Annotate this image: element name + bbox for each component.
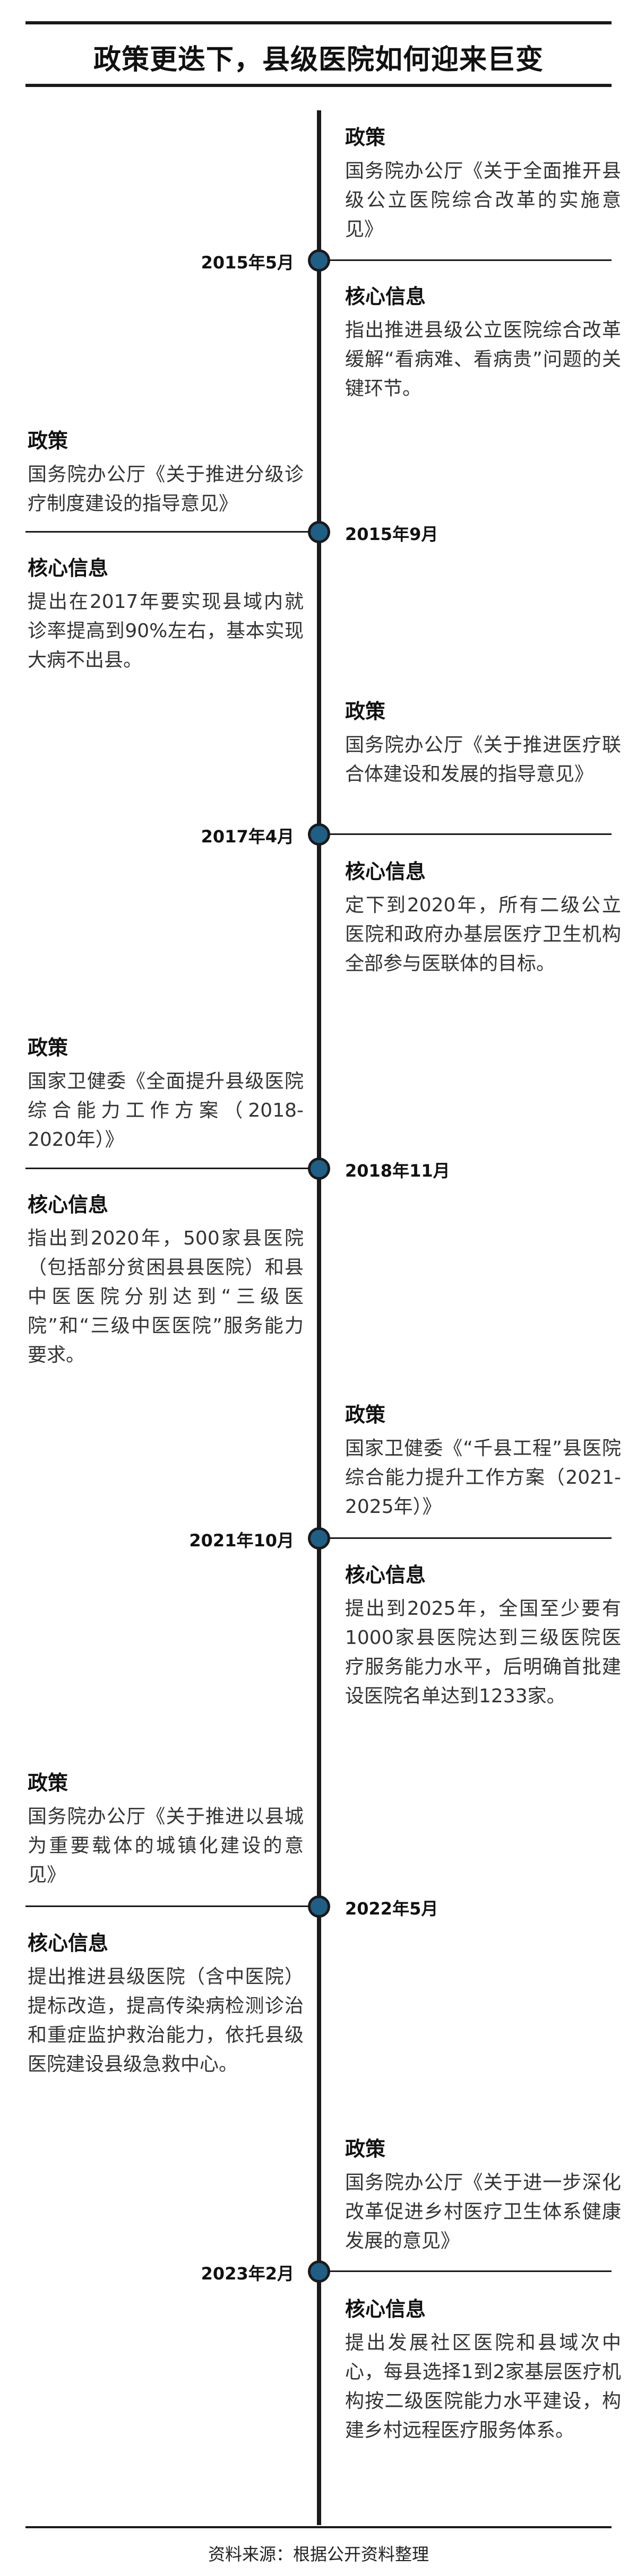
- policy-label: 政策: [28, 1036, 68, 1059]
- timeline-date: 2022年5月: [345, 1899, 438, 1919]
- policy-text: 国家卫健委《全面提升县级医院综合能力工作方案（2018-2020年）》: [28, 1071, 304, 1151]
- page-title: 政策更迭下，县级医院如何迎来巨变: [93, 44, 544, 76]
- core-text: 提出在2017年要实现县域内就诊率提高到90%左右，基本实现大病不出县。: [28, 591, 304, 671]
- core-text: 指出到2020年，500家县医院（包括部分贫困县县医院）和县中医医院分别达到“三…: [28, 1228, 304, 1366]
- timeline-node: [308, 521, 330, 543]
- policy-label: 政策: [345, 2137, 386, 2161]
- core-text: 指出推进县级公立医院综合改革缓解“看病难、看病贵”问题的关键环节。: [345, 319, 621, 399]
- timeline-connector: [25, 531, 319, 533]
- timeline-connector: [319, 1537, 612, 1539]
- timeline-node: [308, 1895, 330, 1918]
- core-text: 定下到2020年，所有二级公立医院和政府办基层医疗卫生机构全部参与医联体的目标。: [345, 894, 621, 974]
- timeline-node: [308, 249, 330, 272]
- policy-label: 政策: [345, 126, 386, 149]
- footer-rule: [25, 2526, 612, 2528]
- timeline-date: 2018年11月: [345, 1161, 450, 1181]
- core-label: 核心信息: [345, 1563, 426, 1587]
- policy-block: 政策 国家卫健委《全面提升县级医院综合能力工作方案（2018-2020年）》: [28, 1031, 304, 1154]
- core-text: 提出推进县级医院（含中医院）提标改造，提高传染病检测诊治和重症监护救治能力，依托…: [28, 1966, 304, 2075]
- policy-label: 政策: [345, 700, 386, 723]
- core-block: 核心信息 提出在2017年要实现县域内就诊率提高到90%左右，基本实现大病不出县…: [28, 552, 304, 675]
- policy-label: 政策: [345, 1403, 386, 1426]
- title-rule: [25, 84, 612, 87]
- core-text: 提出发展社区医院和县域次中心，每县选择1到2家基层医疗机构按二级医院能力水平建设…: [345, 2332, 621, 2441]
- timeline-date: 2015年9月: [345, 524, 438, 544]
- policy-text: 国务院办公厅《关于推进以县城为重要载体的城镇化建设的意见》: [28, 1806, 304, 1886]
- policy-text: 国务院办公厅《关于推进医疗联合体建设和发展的指导意见》: [345, 734, 621, 785]
- source-note: 资料来源：根据公开资料整理: [208, 2544, 429, 2564]
- policy-text: 国务院办公厅《关于推进分级诊疗制度建设的指导意见》: [28, 464, 304, 515]
- timeline-page: 政策更迭下，县级医院如何迎来巨变 政策 国务院办公厅《关于全面推开县级公立医院综…: [0, 0, 637, 2576]
- policy-block: 政策 国家卫健委《“千县工程”县医院综合能力提升工作方案（2021-2025年）…: [345, 1398, 621, 1521]
- core-block: 核心信息 指出到2020年，500家县医院（包括部分贫困县县医院）和县中医医院分…: [28, 1188, 304, 1370]
- timeline-date: 2017年4月: [201, 826, 294, 847]
- policy-block: 政策 国务院办公厅《关于全面推开县级公立医院综合改革的实施意见》: [345, 121, 621, 244]
- policy-block: 政策 国务院办公厅《关于推进分级诊疗制度建设的指导意见》: [28, 424, 304, 518]
- core-label: 核心信息: [28, 556, 109, 580]
- timeline-date: 2021年10月: [189, 1530, 294, 1551]
- timeline-connector: [319, 833, 612, 835]
- core-text: 提出到2025年，全国至少要有1000家县医院达到三级医院医疗服务能力水平，后明…: [345, 1598, 621, 1707]
- timeline-connector: [25, 1905, 319, 1907]
- core-block: 核心信息 提出到2025年，全国至少要有1000家县医院达到三级医院医疗服务能力…: [345, 1559, 621, 1711]
- core-label: 核心信息: [345, 2297, 426, 2321]
- core-block: 核心信息 提出发展社区医院和县域次中心，每县选择1到2家基层医疗机构按二级医院能…: [345, 2293, 621, 2445]
- timeline-date: 2023年2月: [201, 2264, 294, 2284]
- policy-block: 政策 国务院办公厅《关于推进以县城为重要载体的城镇化建设的意见》: [28, 1766, 304, 1890]
- core-block: 核心信息 提出推进县级医院（含中医院）提标改造，提高传染病检测诊治和重症监护救治…: [28, 1927, 304, 2079]
- core-block: 核心信息 定下到2020年，所有二级公立医院和政府办基层医疗卫生机构全部参与医联…: [345, 855, 621, 978]
- timeline-connector: [319, 259, 612, 261]
- core-label: 核心信息: [28, 1931, 109, 1955]
- policy-text: 国家卫健委《“千县工程”县医院综合能力提升工作方案（2021-2025年）》: [345, 1438, 621, 1518]
- timeline-date: 2015年5月: [201, 253, 294, 273]
- core-label: 核心信息: [28, 1193, 109, 1216]
- timeline-node: [308, 2260, 330, 2283]
- timeline-spine: [317, 110, 321, 2525]
- timeline-connector: [319, 2270, 612, 2272]
- core-label: 核心信息: [345, 860, 426, 883]
- policy-label: 政策: [28, 429, 68, 452]
- core-label: 核心信息: [345, 285, 426, 308]
- policy-text: 国务院办公厅《关于全面推开县级公立医院综合改革的实施意见》: [345, 160, 621, 240]
- timeline-node: [308, 1158, 330, 1180]
- policy-text: 国务院办公厅《关于进一步深化改革促进乡村医疗卫生体系健康发展的意见》: [345, 2172, 621, 2252]
- timeline-connector: [25, 1168, 319, 1169]
- timeline-node: [308, 1527, 330, 1550]
- top-rule: [25, 21, 612, 24]
- policy-block: 政策 国务院办公厅《关于推进医疗联合体建设和发展的指导意见》: [345, 695, 621, 789]
- policy-block: 政策 国务院办公厅《关于进一步深化改革促进乡村医疗卫生体系健康发展的意见》: [345, 2133, 621, 2256]
- timeline-node: [308, 823, 330, 846]
- core-block: 核心信息 指出推进县级公立医院综合改革缓解“看病难、看病贵”问题的关键环节。: [345, 280, 621, 403]
- policy-label: 政策: [28, 1771, 68, 1795]
